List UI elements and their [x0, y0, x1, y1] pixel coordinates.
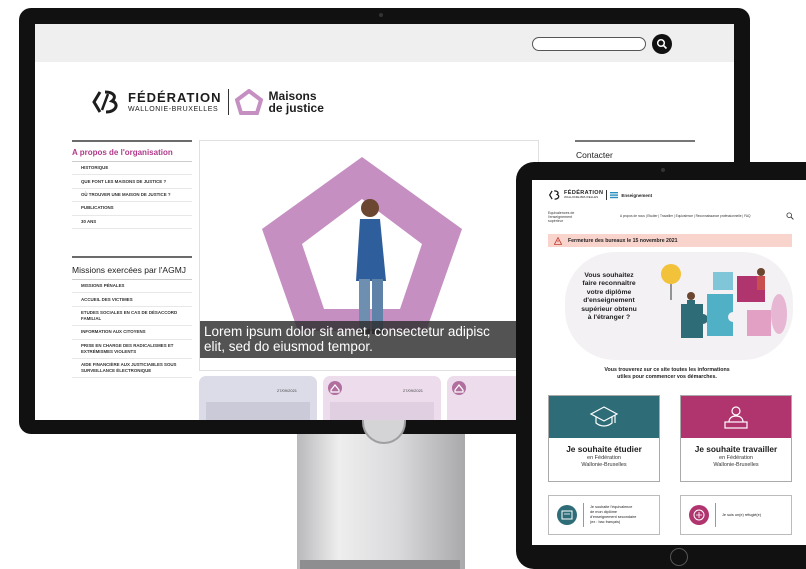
tablet-header: FÉDÉRATION WALLONIE-BRUXELLES Enseigneme…	[532, 180, 806, 210]
sidebar-item-que-font[interactable]: QUE FONT LES MAISONS DE JUSTICE ?	[72, 175, 192, 189]
tablet-logo-line2: WALLONIE-BRUXELLES	[564, 195, 599, 200]
news-card-1[interactable]: 27/09/2021	[199, 376, 317, 420]
tablet-camera	[661, 168, 665, 172]
sidebar-item-missions-penales[interactable]: MISSIONS PÉNALES	[72, 280, 192, 294]
graduation-cap-icon	[589, 406, 619, 427]
card-study-sub2: Wallonie-Bruxelles	[581, 461, 627, 468]
site-logo[interactable]: FÉDÉRATION WALLONIE-BRUXELLES Maisons de…	[90, 82, 324, 122]
info-line: utiles pour commencer vos démarches.	[617, 373, 717, 380]
logo-line1: FÉDÉRATION	[128, 90, 222, 105]
house-icon	[328, 381, 342, 395]
worker-at-desk-icon	[724, 406, 748, 429]
federation-logo-icon	[548, 190, 560, 200]
sidebar-item-radicalismes[interactable]: PRISE EN CHARGE DES RADICALISMES ET EXTR…	[72, 340, 192, 359]
house-icon	[452, 381, 466, 395]
sidebar-rule	[72, 140, 192, 142]
maisons-justice-icon	[234, 89, 263, 115]
search-icon[interactable]	[786, 212, 794, 220]
tablet-nav-menu[interactable]: A propos de nous | Etudier | Travailler …	[620, 214, 750, 218]
warning-icon	[554, 236, 562, 245]
sidebar-item-aide-financiere[interactable]: AIDE FINANCIÈRE AUX JUSTICIABLES SOUS SU…	[72, 359, 192, 379]
info-line: Vous trouverez sur ce site toutes les in…	[604, 367, 730, 373]
hero-question-line: supérieur obtenu	[581, 305, 637, 313]
card-study-banner	[549, 396, 659, 438]
hero-question-line: d'enseignement	[583, 297, 635, 305]
logo-separator	[227, 89, 229, 115]
card-work-sub2: Wallonie-Bruxelles	[713, 461, 759, 468]
search-icon	[656, 38, 668, 50]
sidebar-item-30-ans[interactable]: 30 ANS	[72, 216, 192, 229]
sidebar-item-accueil-victimes[interactable]: ACCUEIL DES VICTIMES	[72, 293, 192, 307]
tablet-info-text: Vous trouverez sur ce site toutes les in…	[572, 367, 762, 381]
tablet-section-name[interactable]: Enseignement	[621, 193, 652, 198]
top-bar	[35, 24, 734, 62]
hero-question-line: à l'étranger ?	[587, 314, 631, 322]
sidebar-section-organisation: A propos de l'organisation HISTORIQUE QU…	[72, 145, 192, 229]
logo-mj-line2: de justice	[268, 101, 324, 115]
tablet-hero: Vous souhaitez faire reconnaître votre d…	[565, 252, 793, 360]
refugee-icon	[689, 505, 709, 525]
news-card-image	[206, 402, 310, 420]
device-mockup-scene: FÉDÉRATION WALLONIE-BRUXELLES Maisons de…	[0, 0, 806, 569]
sidebar-item-etudes-sociales[interactable]: ETUDES SOCIALES EN CAS DE DÉSACCORD FAMI…	[72, 307, 192, 327]
sidebar-item-information[interactable]: INFORMATION AUX CITOYENS	[72, 326, 192, 340]
card-refugee-text: Je suis un(e) réfugié(e)	[722, 513, 761, 518]
tablet-hero-question: Vous souhaitez faire reconnaître votre d…	[569, 272, 649, 322]
logo-line2: WALLONIE-BRUXELLES	[128, 106, 219, 113]
closure-alert: Fermeture des bureaux le 15 novembre 202…	[548, 234, 792, 247]
puzzle-illustration	[661, 264, 787, 338]
hero-question-line: Vous souhaitez	[584, 272, 634, 279]
news-card-date: 27/09/2021	[277, 388, 298, 393]
card-work-title: Je souhaite travailler	[694, 444, 778, 454]
card-refugee[interactable]: Je suis un(e) réfugié(e)	[680, 495, 792, 535]
federation-logo-icon	[92, 90, 118, 114]
enseignement-icon	[610, 192, 619, 199]
closure-alert-text: Fermeture des bureaux le 15 novembre 202…	[568, 237, 678, 244]
card-secondary-equivalence-text: Je souhaite l'équivalence de mon diplôme…	[590, 505, 636, 524]
tablet-screen: FÉDÉRATION WALLONIE-BRUXELLES Enseigneme…	[532, 180, 806, 545]
mini-card-divider	[583, 503, 584, 527]
tablet-logo-separator	[606, 190, 608, 200]
tablet-subtitle-line: supérieur	[548, 219, 563, 224]
hero-caption-line2: elit, sed do eiusmod tempor.	[204, 339, 373, 354]
hero-question-line: faire reconnaître	[582, 280, 636, 288]
monitor-stand	[297, 432, 465, 569]
sidebar-section-missions: Missions exercées par l'AGMJ MISSIONS PÉ…	[72, 262, 192, 379]
monitor-camera	[379, 13, 383, 17]
tablet-subtitle: Equivalences de l'enseignement supérieur	[548, 211, 578, 224]
news-card-date: 27/09/2021	[403, 388, 424, 393]
monitor-stand-foot	[300, 560, 460, 569]
news-card-2[interactable]: 27/09/2021	[323, 376, 441, 420]
search-button[interactable]	[652, 34, 672, 54]
sidebar-rule-2	[72, 256, 192, 258]
mini-card-divider	[715, 503, 716, 527]
hero-caption: Lorem ipsum dolor sit amet, consectetur …	[200, 321, 538, 358]
card-work-banner	[681, 396, 791, 438]
card-study[interactable]: Je souhaite étudier en Fédération Wallon…	[548, 395, 660, 482]
sidebar-item-historique[interactable]: HISTORIQUE	[72, 162, 192, 176]
tablet-home-button	[670, 548, 688, 566]
tablet-device: FÉDÉRATION WALLONIE-BRUXELLES Enseigneme…	[516, 162, 806, 569]
news-card-image	[330, 402, 434, 420]
diploma-icon	[557, 505, 577, 525]
card-study-title: Je souhaite étudier	[566, 444, 642, 454]
card-work-subtitle: en Fédération Wallonie-Bruxelles	[681, 455, 791, 468]
sidebar-item-ou-trouver[interactable]: OÙ TROUVER UNE MAISON DE JUSTICE ?	[72, 189, 192, 203]
search-input[interactable]	[532, 37, 646, 51]
contact-heading[interactable]: Contacter	[576, 150, 613, 160]
mini-card-line: Je suis un(e) réfugié(e)	[722, 512, 762, 517]
card-secondary-equivalence[interactable]: Je souhaite l'équivalence de mon diplôme…	[548, 495, 660, 535]
sidebar-heading-missions[interactable]: Missions exercées par l'AGMJ	[72, 262, 192, 280]
card-study-subtitle: en Fédération Wallonie-Bruxelles	[549, 455, 659, 468]
hero-caption-line1: Lorem ipsum dolor sit amet, consectetur …	[204, 324, 490, 339]
sidebar-heading-organisation[interactable]: A propos de l'organisation	[72, 145, 192, 162]
sidebar-item-publications[interactable]: PUBLICATIONS	[72, 202, 192, 216]
card-work[interactable]: Je souhaite travailler en Fédération Wal…	[680, 395, 792, 482]
hero-banner[interactable]: Lorem ipsum dolor sit amet, consectetur …	[199, 140, 539, 371]
mini-card-line: (ex : bac français)	[590, 519, 621, 524]
contact-rule	[575, 140, 695, 142]
hero-question-line: votre diplôme	[586, 288, 632, 296]
